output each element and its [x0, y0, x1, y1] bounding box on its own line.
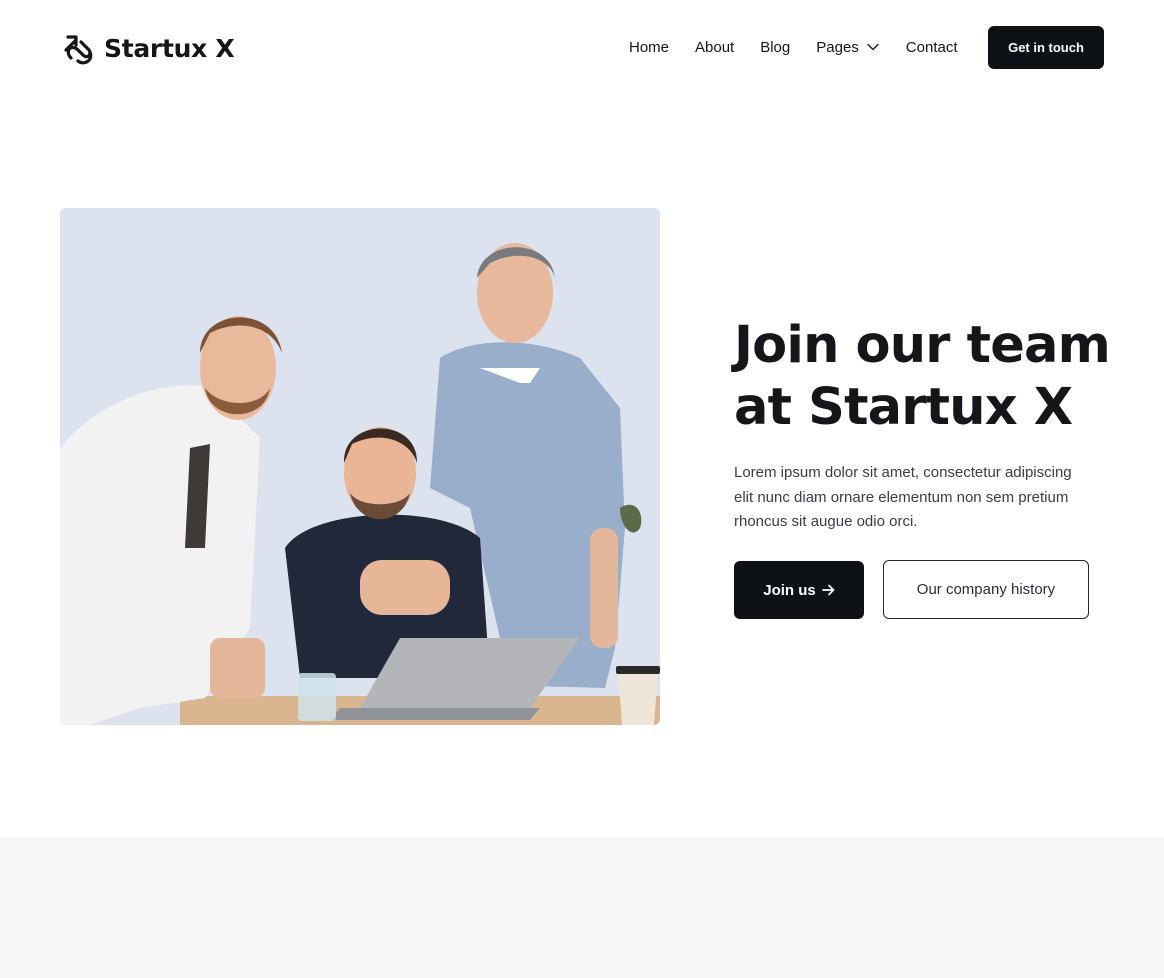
get-in-touch-button[interactable]: Get in touch — [988, 26, 1104, 69]
nav-blog[interactable]: Blog — [760, 36, 790, 58]
hero-title: Join our team at Startux X — [734, 316, 1111, 437]
nav-contact[interactable]: Contact — [906, 36, 958, 58]
next-section — [0, 837, 1164, 978]
main-nav: Home About Blog Pages Contact — [629, 36, 958, 58]
link-arrow-icon — [64, 35, 93, 65]
nav-pages-dropdown[interactable]: Pages — [816, 36, 879, 58]
company-history-button[interactable]: Our company history — [883, 560, 1089, 619]
hero-description: Lorem ipsum dolor sit amet, consectetur … — [734, 464, 1072, 530]
team-photo-illustration — [60, 208, 660, 725]
team-photo — [60, 208, 660, 725]
nav-home[interactable]: Home — [629, 36, 669, 58]
nav-pages-label: Pages — [816, 38, 859, 56]
brand-logo[interactable]: Startux X — [62, 30, 235, 66]
brand-name: Startux X — [104, 33, 235, 63]
join-us-label: Join us — [763, 581, 816, 599]
site-header: Startux X Home About Blog Pages Contact … — [0, 0, 1164, 95]
chevron-down-icon — [867, 43, 879, 51]
arrow-right-icon — [821, 584, 835, 596]
nav-about[interactable]: About — [695, 36, 734, 58]
join-us-button[interactable]: Join us — [734, 561, 864, 619]
hero-content: Join our team at Startux X Lorem ipsum d… — [734, 315, 1114, 535]
